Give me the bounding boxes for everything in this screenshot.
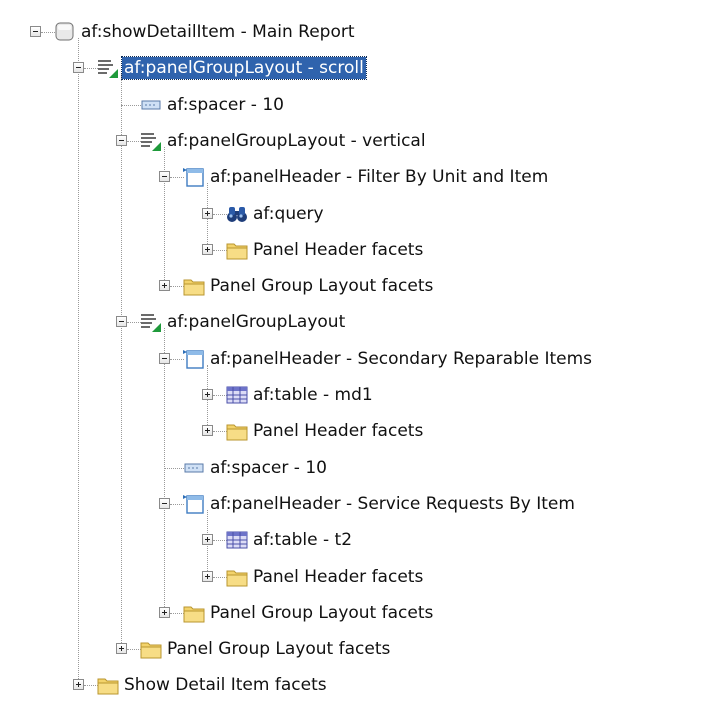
tree-connector	[170, 177, 184, 178]
tree-node[interactable]: Panel Header facets	[0, 232, 701, 268]
tree-node-label[interactable]: Panel Group Layout facets	[165, 638, 392, 660]
tree-connector	[121, 105, 141, 106]
tree-connector	[84, 68, 98, 69]
tree-connector	[213, 577, 227, 578]
tree-node-label[interactable]: af:panelHeader - Secondary Reparable Ite…	[208, 348, 594, 370]
tree-node[interactable]: af:panelGroupLayout	[0, 304, 701, 340]
tree-node-label[interactable]: af:spacer - 10	[208, 457, 329, 479]
tree-node-label[interactable]: af:panelGroupLayout - scroll	[121, 56, 367, 80]
tree-node-label[interactable]: Panel Group Layout facets	[208, 275, 435, 297]
tree-node-label[interactable]: Panel Group Layout facets	[208, 602, 435, 624]
tree-node[interactable]: Panel Header facets	[0, 413, 701, 449]
expand-toggle[interactable]	[116, 643, 127, 654]
tree-connector	[170, 359, 184, 360]
folder-icon	[97, 674, 119, 696]
tree-node[interactable]: af:panelHeader - Secondary Reparable Ite…	[0, 341, 701, 377]
collapse-toggle[interactable]	[159, 498, 170, 509]
spacer-icon	[140, 94, 162, 116]
tree-node-label[interactable]: af:panelHeader - Service Requests By Ite…	[208, 493, 577, 515]
binoculars-icon	[226, 203, 248, 225]
tree-node[interactable]: af:table - md1	[0, 377, 701, 413]
tree-connector	[41, 32, 55, 33]
collapse-toggle[interactable]	[73, 62, 84, 73]
tree-connector	[170, 613, 184, 614]
folder-icon	[226, 420, 248, 442]
tree-node[interactable]: af:panelGroupLayout - vertical	[0, 123, 701, 159]
collapse-toggle[interactable]	[116, 316, 127, 327]
tree-connector	[213, 214, 227, 215]
tree-node-label[interactable]: Show Detail Item facets	[122, 674, 329, 696]
tree-node[interactable]: Panel Group Layout facets	[0, 631, 701, 667]
panel-group-layout-icon	[97, 57, 119, 79]
panel-group-layout-icon	[140, 130, 162, 152]
expand-toggle[interactable]	[202, 425, 213, 436]
expand-toggle[interactable]	[159, 280, 170, 291]
expand-toggle[interactable]	[202, 208, 213, 219]
tree-node-label[interactable]: Panel Header facets	[251, 566, 425, 588]
tree-connector	[164, 468, 184, 469]
folder-icon	[226, 239, 248, 261]
tree-node-label[interactable]: af:table - md1	[251, 384, 375, 406]
tree-node[interactable]: Panel Group Layout facets	[0, 595, 701, 631]
tree-connector	[213, 431, 227, 432]
tree-connector	[213, 395, 227, 396]
tree-connector	[170, 504, 184, 505]
folder-icon	[140, 638, 162, 660]
tree-connector	[170, 286, 184, 287]
tree-node-label[interactable]: Panel Header facets	[251, 239, 425, 261]
tree-node-label[interactable]: Panel Header facets	[251, 420, 425, 442]
panel-group-layout-icon	[140, 311, 162, 333]
tree-node[interactable]: af:table - t2	[0, 522, 701, 558]
tree-node-label[interactable]: af:panelGroupLayout	[165, 311, 347, 333]
tree-connector	[213, 250, 227, 251]
table-icon	[226, 384, 248, 406]
tree-node[interactable]: af:panelHeader - Filter By Unit and Item	[0, 159, 701, 195]
tree-node[interactable]: Show Detail Item facets	[0, 667, 701, 703]
tree-node[interactable]: af:panelHeader - Service Requests By Ite…	[0, 486, 701, 522]
expand-toggle[interactable]	[202, 389, 213, 400]
expand-toggle[interactable]	[159, 607, 170, 618]
tree-node[interactable]: af:spacer - 10	[0, 87, 701, 123]
structure-tree[interactable]: af:showDetailItem - Main Report af:panelG…	[0, 0, 701, 700]
panel-header-icon	[183, 348, 205, 370]
tree-node-label[interactable]: af:panelGroupLayout - vertical	[165, 130, 428, 152]
folder-icon	[226, 566, 248, 588]
tree-node[interactable]: af:query	[0, 196, 701, 232]
tree-node[interactable]: af:spacer - 10	[0, 450, 701, 486]
tree-connector	[84, 685, 98, 686]
detail-item-icon	[54, 21, 76, 43]
expand-toggle[interactable]	[202, 534, 213, 545]
panel-header-icon	[183, 493, 205, 515]
tree-node[interactable]: Panel Group Layout facets	[0, 268, 701, 304]
panel-header-icon	[183, 166, 205, 188]
collapse-toggle[interactable]	[116, 135, 127, 146]
tree-node[interactable]: Panel Header facets	[0, 559, 701, 595]
tree-connector	[127, 322, 141, 323]
tree-node-label[interactable]: af:panelHeader - Filter By Unit and Item	[208, 166, 550, 188]
folder-icon	[183, 602, 205, 624]
expand-toggle[interactable]	[73, 679, 84, 690]
collapse-toggle[interactable]	[159, 353, 170, 364]
expand-toggle[interactable]	[202, 571, 213, 582]
tree-connector	[213, 540, 227, 541]
folder-icon	[183, 275, 205, 297]
tree-node-label[interactable]: af:query	[251, 203, 326, 225]
tree-node-label[interactable]: af:showDetailItem - Main Report	[79, 21, 357, 43]
table-icon	[226, 529, 248, 551]
tree-connector	[127, 141, 141, 142]
spacer-icon	[183, 457, 205, 479]
tree-node-label[interactable]: af:table - t2	[251, 529, 354, 551]
collapse-toggle[interactable]	[159, 171, 170, 182]
collapse-toggle[interactable]	[30, 26, 41, 37]
tree-connector	[127, 649, 141, 650]
tree-node-label[interactable]: af:spacer - 10	[165, 94, 286, 116]
expand-toggle[interactable]	[202, 244, 213, 255]
tree-node[interactable]: af:panelGroupLayout - scroll	[0, 50, 701, 86]
tree-node[interactable]: af:showDetailItem - Main Report	[0, 14, 701, 50]
